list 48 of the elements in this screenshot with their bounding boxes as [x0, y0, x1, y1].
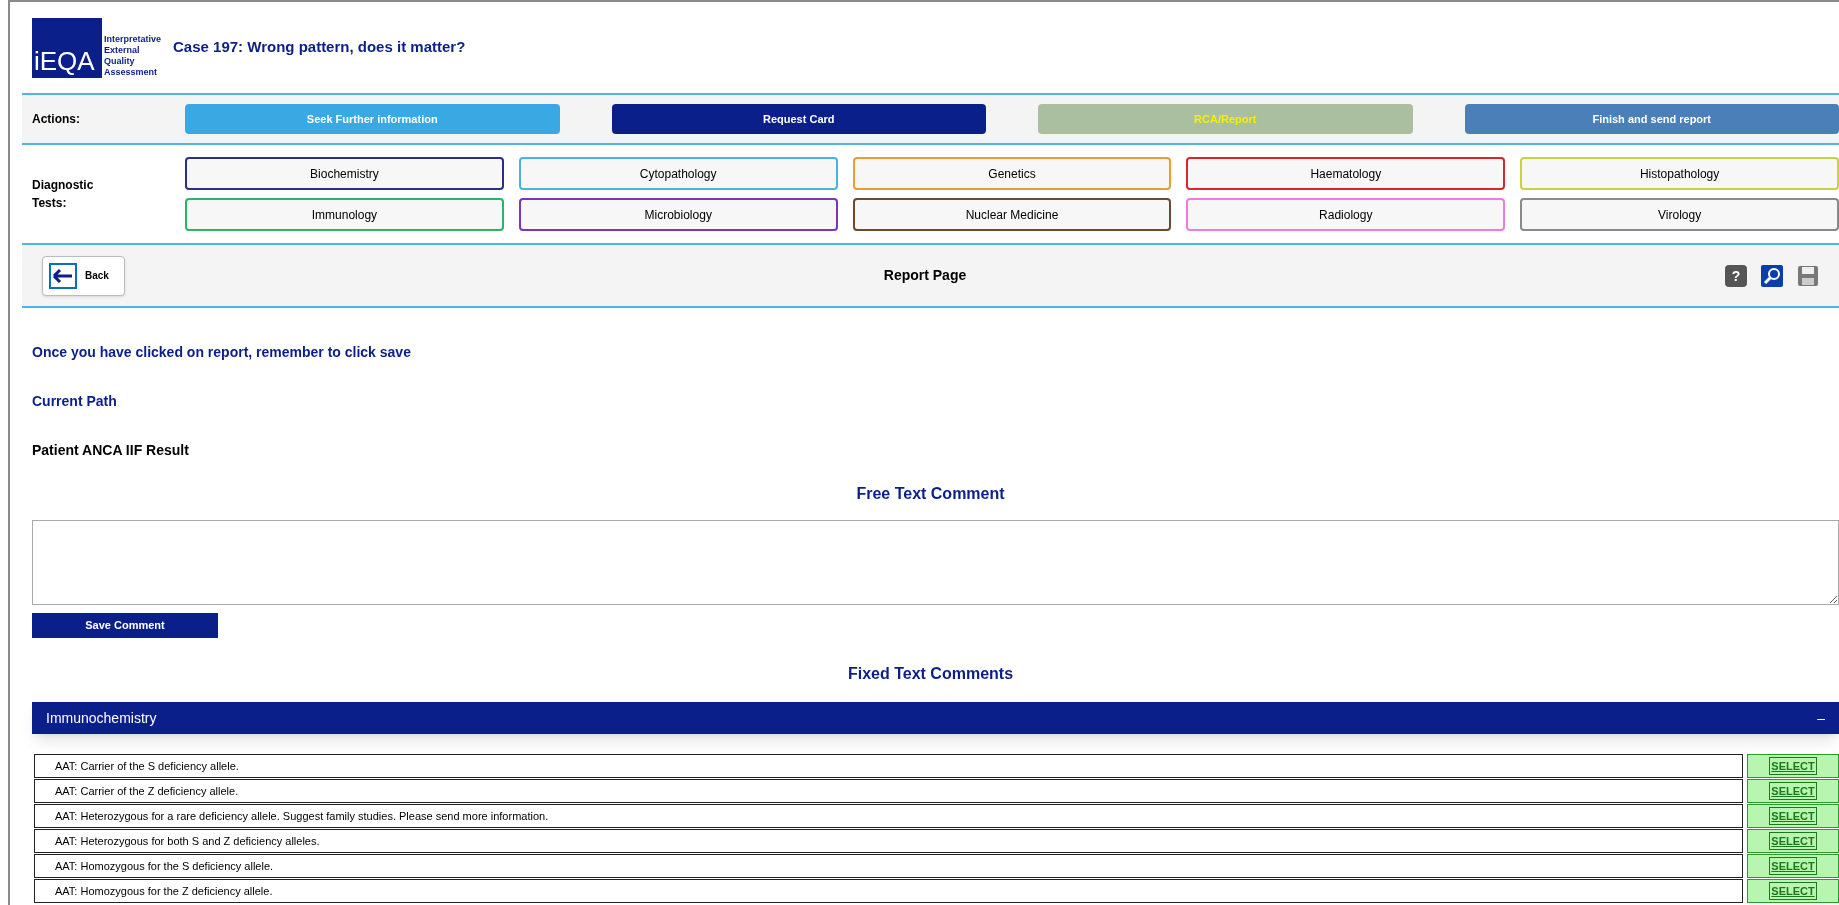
case-title: Case 197: Wrong pattern, does it matter?: [173, 37, 466, 58]
select-link[interactable]: SELECT: [1769, 882, 1817, 900]
select-link[interactable]: SELECT: [1769, 857, 1817, 875]
action-button[interactable]: Request Card: [611, 104, 986, 134]
section-heading: Fixed Text Comments: [846, 664, 1015, 684]
test-button[interactable]: Virology: [1520, 198, 1839, 231]
comment-option: AAT: Carrier of the Z deficiency allele.: [34, 779, 1743, 803]
logo-text-line: External: [104, 44, 141, 56]
logo: iEQA Interpretative External Quality Assessment: [32, 17, 162, 78]
section-title: Immunochemistry: [46, 708, 157, 728]
test-button[interactable]: Nuclear Medicine: [852, 198, 1172, 231]
test-button[interactable]: Microbiology: [518, 198, 838, 231]
page-title: Report Page: [882, 266, 968, 285]
logo-text-line: Assessment: [104, 66, 159, 78]
search-icon[interactable]: [1761, 264, 1783, 287]
comment-option: AAT: Homozygous for the Z deficiency allele.: [34, 879, 1743, 903]
back-button[interactable]: Back: [42, 255, 125, 296]
instruction-text: Once you have clicked on report, remember to click save: [31, 343, 412, 362]
patient-result-label: Patient ANCA IIF Result: [31, 441, 190, 460]
comment-field[interactable]: [32, 520, 1839, 605]
collapse-toggle[interactable]: –: [1817, 707, 1825, 729]
section-header-bar[interactable]: Immunochemistry –: [32, 702, 1839, 734]
test-button[interactable]: Histopathology: [1520, 157, 1839, 190]
logo-text-line: Quality: [104, 55, 136, 67]
comment-option: AAT: Heterozygous for both S and Z deficiency alleles.: [34, 829, 1743, 853]
test-button[interactable]: Immunology: [185, 198, 504, 231]
save-comment-button[interactable]: Save Comment: [32, 613, 218, 638]
logo-text-line: Interpretative: [104, 33, 162, 45]
comment-option: AAT: Homozygous for the S deficiency allele.: [34, 854, 1743, 878]
test-button[interactable]: Haematology: [1186, 157, 1506, 190]
help-button[interactable]: ?: [1725, 264, 1747, 287]
test-button[interactable]: Radiology: [1186, 198, 1506, 231]
select-link[interactable]: SELECT: [1769, 807, 1817, 825]
select-link[interactable]: SELECT: [1769, 757, 1817, 775]
current-path-label: Current Path: [31, 392, 118, 411]
section-heading: Free Text Comment: [855, 484, 1006, 504]
test-button[interactable]: Cytopathology: [518, 157, 838, 190]
action-button[interactable]: Finish and send report: [1464, 104, 1839, 134]
save-icon[interactable]: [1797, 264, 1819, 287]
comment-option: AAT: Carrier of the S deficiency allele.: [34, 754, 1743, 778]
test-button[interactable]: Biochemistry: [185, 157, 504, 190]
select-link[interactable]: SELECT: [1769, 832, 1817, 850]
diagnostic-tests-label: Diagnostic Tests:: [31, 177, 95, 212]
comment-option: AAT: Heterozygous for a rare deficiency allele. Suggest family studies. Please send more information.: [34, 804, 1743, 828]
actions-label: Actions:: [31, 111, 81, 128]
test-button[interactable]: Genetics: [852, 157, 1172, 190]
arrow-left-icon: [49, 262, 77, 289]
select-link[interactable]: SELECT: [1769, 782, 1817, 800]
